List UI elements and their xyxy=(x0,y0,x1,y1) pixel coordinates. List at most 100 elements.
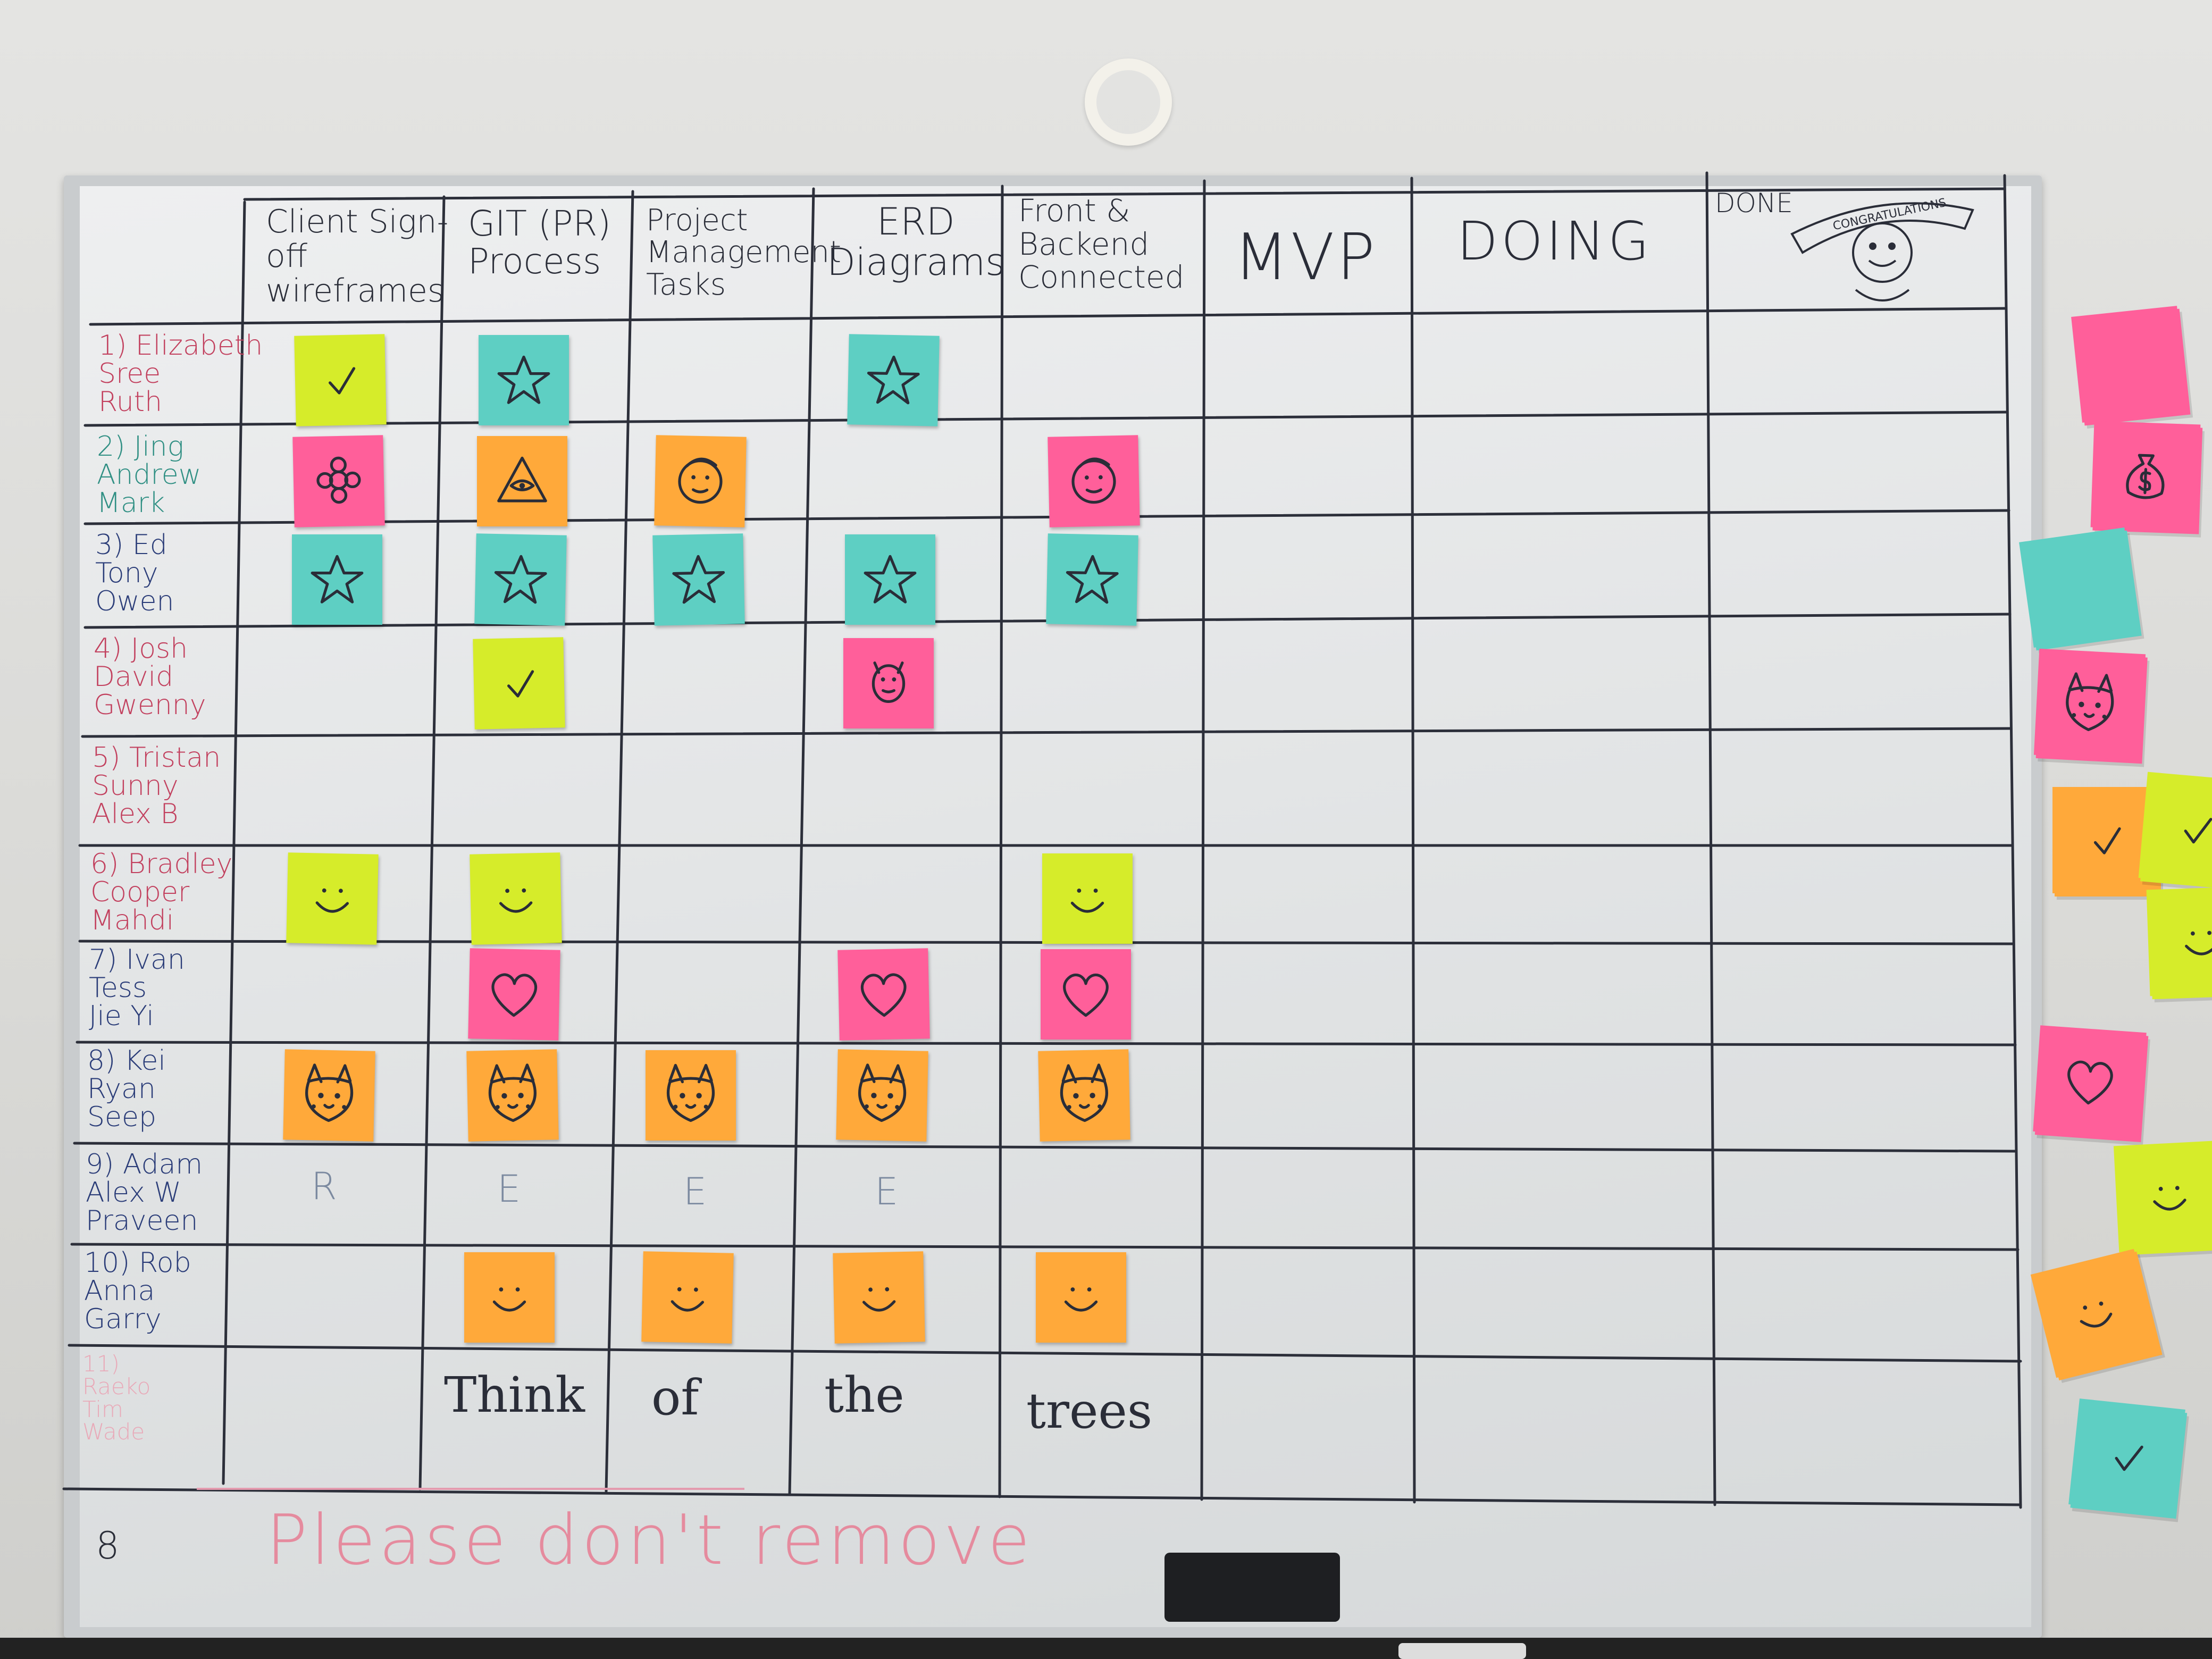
spare-sticky-note[interactable] xyxy=(2033,1025,2147,1139)
spare-sticky-note[interactable] xyxy=(2138,772,2212,887)
sticky-note[interactable] xyxy=(847,334,940,426)
sticky-note[interactable] xyxy=(464,1252,555,1343)
star-icon xyxy=(489,345,558,416)
flower-doodle-icon xyxy=(304,445,374,518)
smiley-icon xyxy=(1046,1262,1116,1333)
row-label: 6) Bradley Cooper Mahdi xyxy=(90,848,233,937)
sticky-note[interactable] xyxy=(1042,853,1133,944)
spare-sticky-note[interactable] xyxy=(2071,306,2188,423)
smiley-icon xyxy=(1053,863,1122,934)
sticky-note[interactable] xyxy=(292,534,382,625)
spare-sticky-note[interactable] xyxy=(2019,527,2139,648)
smiley-icon xyxy=(481,862,551,935)
heart-icon xyxy=(479,958,550,1031)
column-header-mvp: MVP xyxy=(1234,221,1377,295)
sticky-note[interactable] xyxy=(837,948,930,1041)
smiley-icon xyxy=(844,1261,915,1334)
row11-word: Think xyxy=(444,1367,585,1423)
check-icon xyxy=(2158,791,2212,868)
devil-doodle-icon xyxy=(854,648,923,719)
check-icon xyxy=(2089,1418,2165,1496)
heart-icon xyxy=(1051,959,1120,1030)
footer-note: Please don't remove xyxy=(266,1499,1034,1580)
row11-word: of xyxy=(651,1369,699,1426)
row9-letter: E xyxy=(683,1170,707,1213)
column-header-git-process: GIT (PR) Process xyxy=(468,203,611,282)
row9-letter: E xyxy=(875,1170,899,1213)
row9-letter: R xyxy=(311,1164,337,1208)
sticky-note[interactable] xyxy=(1038,1049,1130,1142)
column-header-client-signoff: Client Sign- off wireframes xyxy=(266,203,449,309)
row-label: 4) Josh David Gwenny xyxy=(94,633,206,722)
smiley-icon xyxy=(2053,1270,2138,1356)
star-icon xyxy=(485,543,556,616)
sticky-note[interactable] xyxy=(283,1049,375,1142)
row11-word: trees xyxy=(1026,1382,1153,1439)
whiteboard-eraser[interactable] xyxy=(1164,1553,1340,1622)
row-label: 10) Rob Anna Garry xyxy=(84,1247,191,1336)
column-header-erd-diagrams: ERD Diagrams xyxy=(827,200,1005,284)
smiley-icon xyxy=(2133,1159,2206,1234)
sticky-note[interactable] xyxy=(843,638,934,728)
column-header-project-management: Project Management Tasks xyxy=(646,203,841,302)
sticky-note[interactable] xyxy=(473,637,565,730)
sticky-note[interactable] xyxy=(646,1050,736,1141)
footer-mark: 8 xyxy=(96,1524,120,1568)
heart-icon xyxy=(849,958,919,1031)
sticky-note[interactable] xyxy=(1036,1252,1126,1343)
pikachu-icon xyxy=(847,1059,918,1132)
sticky-note[interactable] xyxy=(477,436,567,526)
marker-pen[interactable] xyxy=(1398,1643,1526,1659)
sticky-note[interactable] xyxy=(286,852,379,945)
star-icon xyxy=(664,543,734,616)
sticky-note[interactable] xyxy=(294,334,387,426)
row-label: 5) Tristan Sunny Alex B xyxy=(92,742,221,831)
column-header-front-backend: Front & Backend Connected xyxy=(1018,192,1185,296)
row-label: 7) Ivan Tess Jie Yi xyxy=(89,944,185,1033)
done-badge-text: CONGRATULATIONS xyxy=(1832,196,1948,233)
eye-pyramid-icon xyxy=(488,446,557,517)
sticky-note[interactable] xyxy=(468,948,560,1041)
star-icon xyxy=(858,344,929,417)
sticky-note[interactable] xyxy=(833,1251,925,1344)
sticky-note[interactable] xyxy=(479,335,569,425)
star-icon xyxy=(303,544,372,615)
face-doodle-icon xyxy=(1059,445,1129,518)
spare-sticky-note[interactable] xyxy=(2146,886,2212,996)
row-label: 3) Ed Tony Owen xyxy=(95,529,174,618)
smiley-icon xyxy=(475,1262,544,1333)
sticky-note[interactable] xyxy=(1041,949,1131,1040)
sticky-note[interactable] xyxy=(836,1049,928,1142)
column-header-doing: DOING xyxy=(1457,210,1653,272)
spare-sticky-note[interactable] xyxy=(2090,421,2201,531)
row-label: 2) Jing Andrew Mark xyxy=(97,431,202,520)
heart-icon xyxy=(2052,1044,2126,1120)
sticky-note[interactable] xyxy=(470,852,562,945)
sticky-note[interactable] xyxy=(652,533,745,626)
board-tray xyxy=(0,1638,2212,1659)
sticky-note[interactable] xyxy=(474,533,567,626)
face-doodle-icon xyxy=(665,445,736,518)
smiley-icon xyxy=(2166,904,2212,978)
sticky-note[interactable] xyxy=(654,435,747,527)
spare-sticky-note[interactable] xyxy=(2113,1140,2212,1253)
smiley-icon xyxy=(652,1261,723,1334)
sticky-note[interactable] xyxy=(1048,435,1140,527)
congratulations-doodle-icon: CONGRATULATIONS xyxy=(1790,196,1974,301)
sticky-note[interactable] xyxy=(845,534,935,625)
sticky-note[interactable] xyxy=(466,1049,559,1142)
sticky-note[interactable] xyxy=(1046,533,1138,626)
row11-word: the xyxy=(824,1367,904,1423)
pikachu-icon xyxy=(656,1060,725,1131)
sticky-note[interactable] xyxy=(292,435,385,527)
row9-letter: E xyxy=(497,1167,521,1211)
sticky-note[interactable] xyxy=(641,1251,734,1344)
check-icon xyxy=(305,344,376,417)
star-icon xyxy=(856,544,925,615)
spare-sticky-note[interactable] xyxy=(2033,648,2146,761)
spare-sticky-note[interactable] xyxy=(2068,1398,2185,1515)
check-icon xyxy=(484,647,555,720)
row-label: 8) Kei Ryan Seep xyxy=(87,1045,166,1134)
row-label: 1) Elizabeth Sree Ruth xyxy=(98,330,263,418)
money-bag-icon xyxy=(2110,439,2182,513)
